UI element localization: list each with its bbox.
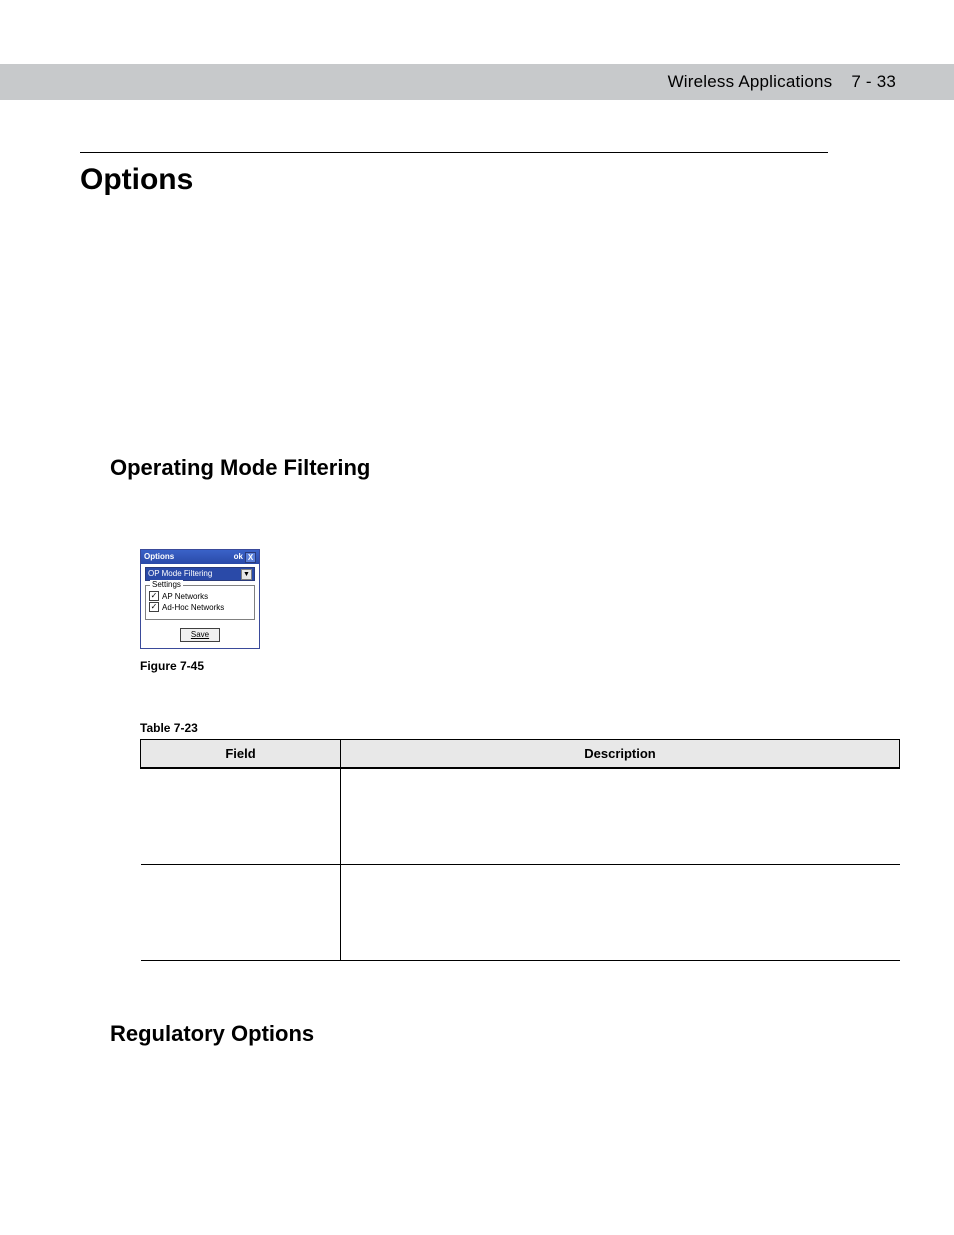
ap-networks-row: ✓ AP Networks [149, 591, 251, 601]
ap-networks-checkbox[interactable]: ✓ [149, 591, 159, 601]
adhoc-networks-row: ✓ Ad-Hoc Networks [149, 602, 251, 612]
table-row [141, 768, 900, 864]
page-content: Options Operating Mode Filtering Options… [80, 152, 896, 1047]
page-header-band: Wireless Applications 7 - 33 [0, 64, 954, 100]
mode-dropdown[interactable]: OP Mode Filtering ▼ [145, 567, 255, 581]
subsection-op-mode: Operating Mode Filtering Options ok X OP… [80, 455, 896, 961]
chapter-name: Wireless Applications [668, 72, 833, 91]
section-rule [80, 152, 828, 153]
close-icon[interactable]: X [245, 552, 256, 563]
settings-group: Settings ✓ AP Networks ✓ Ad-Hoc Networks [145, 585, 255, 620]
adhoc-networks-label: Ad-Hoc Networks [162, 603, 224, 612]
figure-caption: Figure 7-45 [140, 659, 896, 673]
chevron-down-icon: ▼ [241, 569, 252, 580]
embedded-screenshot: Options ok X OP Mode Filtering ▼ Setting… [140, 549, 896, 649]
dialog-body: OP Mode Filtering ▼ Settings ✓ AP Networ… [141, 564, 259, 648]
subsection-regulatory: Regulatory Options [80, 1021, 896, 1047]
table-row [141, 864, 900, 960]
dropdown-value: OP Mode Filtering [148, 568, 212, 580]
save-button[interactable]: Save [180, 628, 220, 642]
subsection-title-regulatory: Regulatory Options [110, 1021, 896, 1047]
section-title: Options [80, 163, 896, 197]
fields-table: Field Description [140, 739, 900, 961]
table-caption: Table 7-23 [140, 721, 896, 735]
ap-networks-label: AP Networks [162, 592, 208, 601]
save-button-label: Save [191, 630, 209, 639]
page-header-text: Wireless Applications 7 - 33 [668, 72, 896, 92]
cell-desc-2 [341, 864, 900, 960]
th-description: Description [341, 740, 900, 769]
cell-desc-1 [341, 768, 900, 864]
ok-button[interactable]: ok [234, 550, 243, 564]
settings-group-label: Settings [150, 580, 183, 589]
subsection-title-op-mode: Operating Mode Filtering [110, 455, 896, 481]
dialog-titlebar: Options ok X [141, 550, 259, 564]
page-number: 7 - 33 [851, 72, 896, 91]
th-field: Field [141, 740, 341, 769]
cell-field-2 [141, 864, 341, 960]
adhoc-networks-checkbox[interactable]: ✓ [149, 602, 159, 612]
dialog-title: Options [144, 550, 174, 564]
table-header-row: Field Description [141, 740, 900, 769]
cell-field-1 [141, 768, 341, 864]
options-dialog: Options ok X OP Mode Filtering ▼ Setting… [140, 549, 260, 649]
